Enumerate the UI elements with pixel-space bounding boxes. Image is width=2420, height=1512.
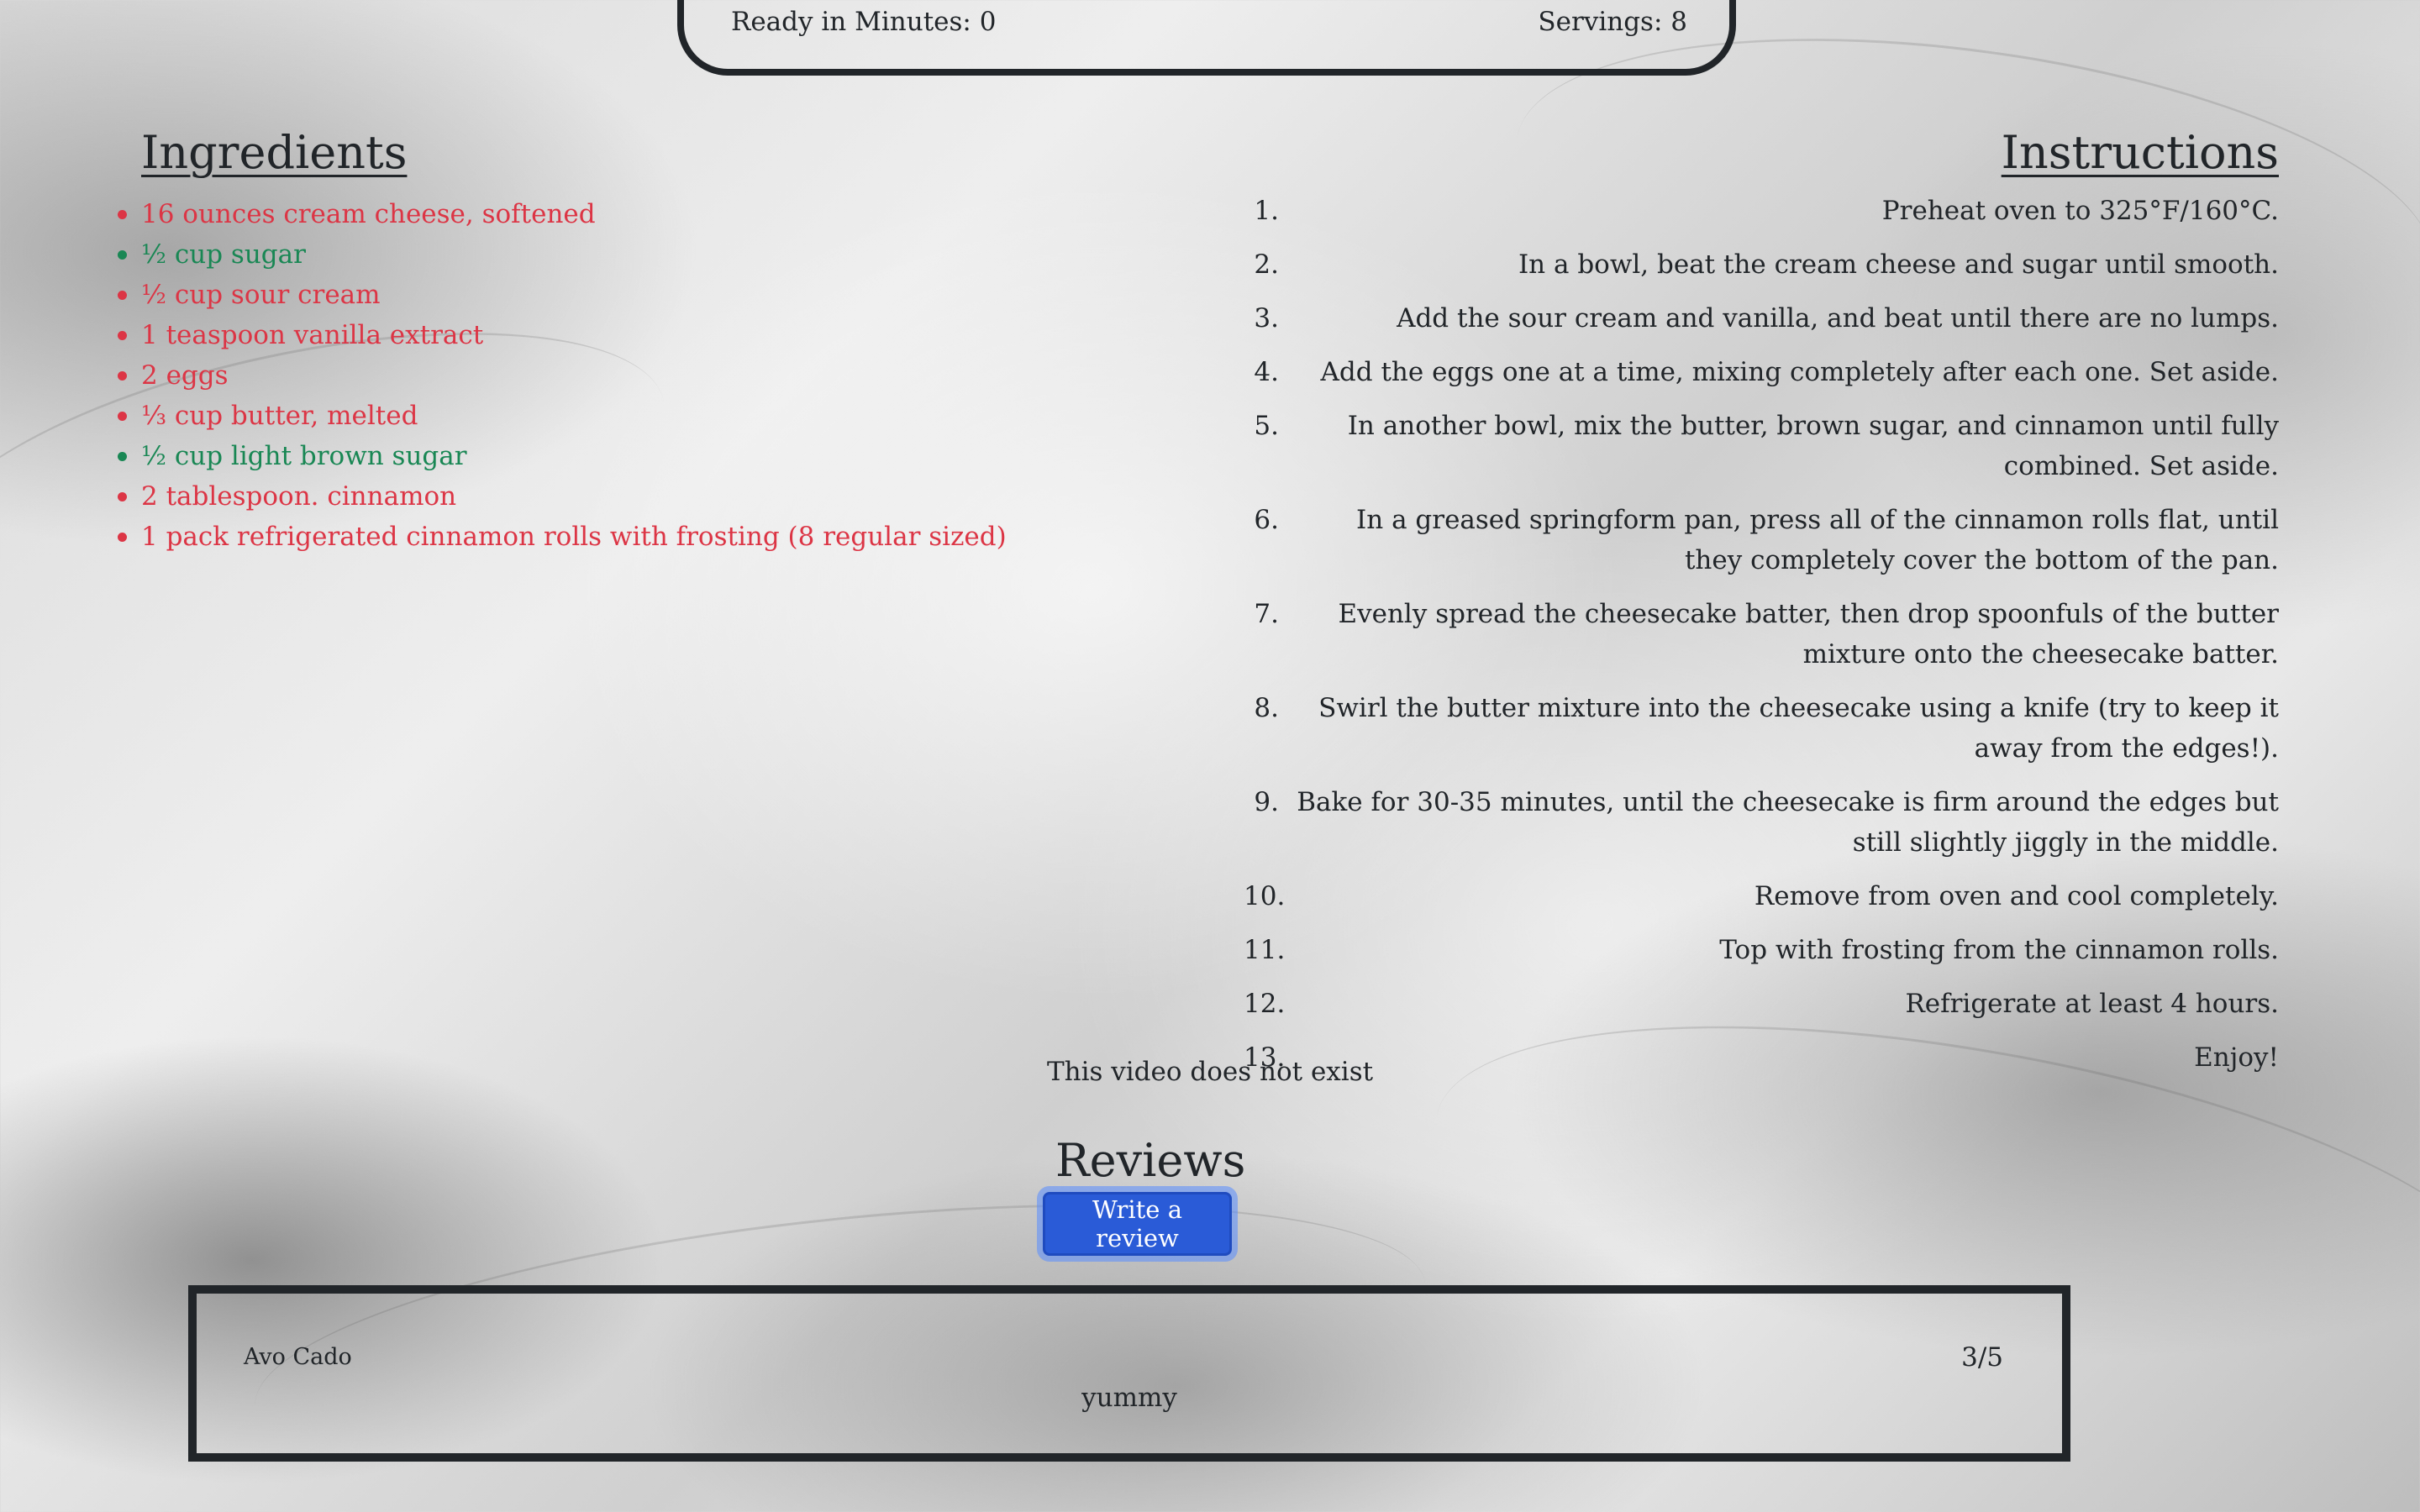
- step-text: In a bowl, beat the cream cheese and sug…: [1518, 249, 2279, 280]
- step-number: 4.: [1254, 357, 1279, 387]
- instruction-step: 3. Add the sour cream and vanilla, and be…: [1244, 298, 2279, 339]
- review-author: Avo Cado: [244, 1344, 352, 1370]
- review-card: Avo Cado 3/5 yummy: [188, 1285, 2070, 1462]
- step-text: Add the eggs one at a time, mixing compl…: [1320, 357, 2279, 387]
- ingredient-item: ⅓ cup butter, melted: [118, 396, 1065, 436]
- ingredient-item: ½ cup light brown sugar: [118, 436, 1065, 476]
- step-text: Swirl the butter mixture into the cheese…: [1318, 693, 2279, 764]
- ingredient-item: 1 pack refrigerated cinnamon rolls with …: [118, 517, 1065, 557]
- instructions-section: Instructions 1. Preheat oven to 325°F/160…: [1244, 126, 2279, 1091]
- ingredients-title: Ingredients: [141, 126, 408, 179]
- step-number: 9.: [1254, 787, 1279, 817]
- review-rating: 3/5: [1961, 1342, 2003, 1373]
- ingredients-section: Ingredients 16 ounces cream cheese, soft…: [118, 126, 1065, 557]
- ingredient-item: ½ cup sour cream: [118, 275, 1065, 315]
- instruction-step: 5. In another bowl, mix the butter, brown…: [1244, 406, 2279, 486]
- step-number: 6.: [1254, 505, 1279, 535]
- instruction-step: 6. In a greased springform pan, press all…: [1244, 500, 2279, 580]
- step-text: Add the sour cream and vanilla, and beat…: [1397, 303, 2279, 333]
- ready-in-minutes: Ready in Minutes: 0: [731, 7, 997, 37]
- reviews-title: Reviews: [1055, 1134, 1246, 1187]
- step-number: 7.: [1254, 599, 1279, 629]
- recipe-meta-box: Ready in Minutes: 0 Servings: 8: [677, 0, 1736, 76]
- instructions-list: 1. Preheat oven to 325°F/160°C. 2. In a bo…: [1244, 191, 2279, 1078]
- step-number: 2.: [1254, 249, 1279, 280]
- ingredient-item: 2 eggs: [118, 355, 1065, 396]
- step-number: 1.: [1254, 196, 1279, 226]
- instruction-step: 2. In a bowl, beat the cream cheese and s…: [1244, 244, 2279, 285]
- step-text: Preheat oven to 325°F/160°C.: [1881, 196, 2279, 226]
- ingredient-item: 2 tablespoon. cinnamon: [118, 476, 1065, 517]
- ingredient-item: 1 teaspoon vanilla extract: [118, 315, 1065, 355]
- step-text: In a greased springform pan, press all o…: [1356, 505, 2279, 575]
- instruction-step: 7. Evenly spread the cheesecake batter, t…: [1244, 594, 2279, 675]
- instructions-title: Instructions: [2001, 126, 2279, 179]
- ingredient-item: 16 ounces cream cheese, softened: [118, 194, 1065, 234]
- step-text: Top with frosting from the cinnamon roll…: [1719, 935, 2279, 965]
- instruction-step: 8. Swirl the butter mixture into the chee…: [1244, 688, 2279, 769]
- step-number: 10.: [1244, 881, 1286, 911]
- step-number: 5.: [1254, 411, 1279, 441]
- instruction-step: 4. Add the eggs one at a time, mixing com…: [1244, 352, 2279, 392]
- step-number: 12.: [1244, 989, 1286, 1019]
- instruction-step: 11. Top with frosting from the cinnamon r…: [1244, 930, 2279, 970]
- servings: Servings: 8: [1538, 7, 1687, 37]
- video-unavailable-message: This video does not exist: [1046, 1057, 1374, 1087]
- ingredients-list: 16 ounces cream cheese, softened ½ cup s…: [118, 194, 1065, 557]
- step-number: 3.: [1254, 303, 1279, 333]
- instruction-step: 10. Remove from oven and cool completely.: [1244, 876, 2279, 916]
- step-number: 11.: [1244, 935, 1286, 965]
- ingredient-item: ½ cup sugar: [118, 234, 1065, 275]
- instruction-step: 12. Refrigerate at least 4 hours.: [1244, 984, 2279, 1024]
- write-review-button[interactable]: Write a review: [1043, 1192, 1232, 1256]
- instruction-step: 9. Bake for 30-35 minutes, until the chee…: [1244, 782, 2279, 863]
- instruction-step: 1. Preheat oven to 325°F/160°C.: [1244, 191, 2279, 231]
- step-text: In another bowl, mix the butter, brown s…: [1347, 411, 2279, 481]
- step-text: Remove from oven and cool completely.: [1754, 881, 2279, 911]
- review-body: yummy: [1081, 1383, 1177, 1413]
- step-text: Bake for 30-35 minutes, until the cheese…: [1297, 787, 2279, 858]
- step-number: 8.: [1254, 693, 1279, 723]
- step-text: Evenly spread the cheesecake batter, the…: [1338, 599, 2279, 669]
- step-text: Refrigerate at least 4 hours.: [1905, 989, 2279, 1019]
